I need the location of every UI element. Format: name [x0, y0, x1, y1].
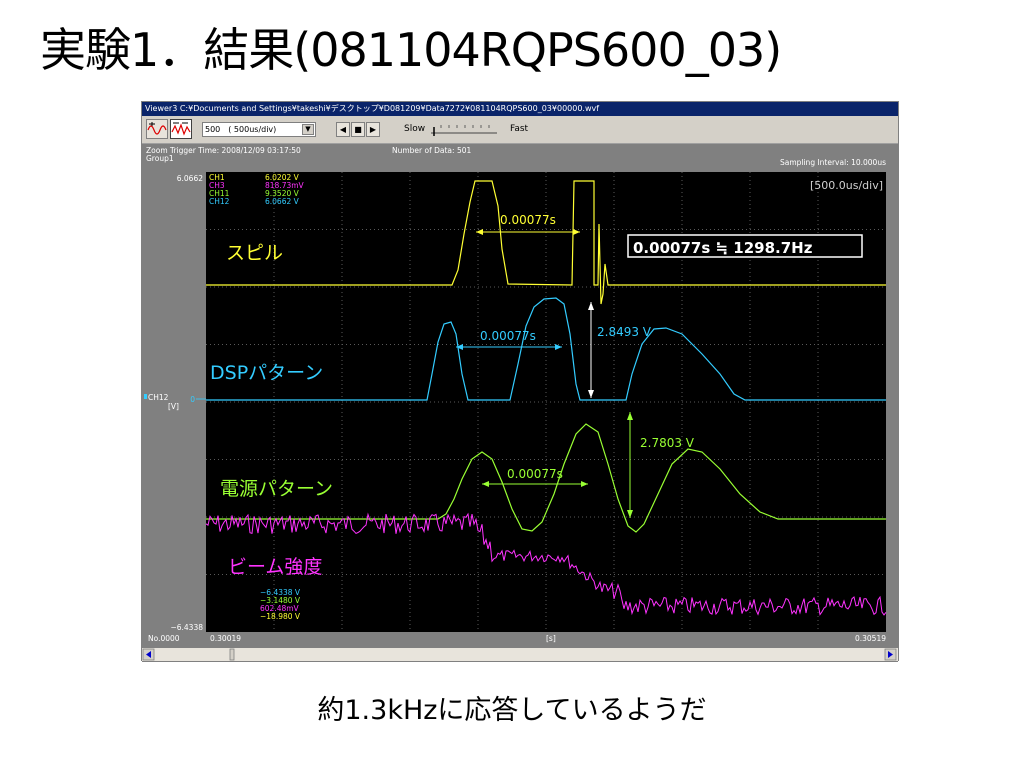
channel-legend-bottom: −6.4338 V −3.1480 V 602.48mV −18.980 V — [260, 588, 301, 621]
scroll-thumb[interactable] — [229, 648, 235, 661]
waveform-viewer-window: Viewer3 C:¥Documents and Settings¥takesh… — [141, 101, 899, 662]
dsp-signal-label: DSPパターン — [210, 362, 323, 384]
legend-ch-name: CH12 — [209, 197, 230, 206]
single-wave-icon[interactable] — [146, 119, 168, 139]
time-div-text: [500.0us/div] — [810, 179, 883, 192]
x-axis-end-label: 0.30519 — [855, 634, 886, 643]
y-axis-channel-label: CH12 — [148, 393, 169, 402]
power-interval-label: 0.00077s — [507, 467, 563, 481]
spill-signal-label: スピル — [226, 242, 283, 264]
time-div-select[interactable]: 500 ( 500us/div) ▼ — [202, 122, 316, 137]
y-axis-top-label: 6.0662 — [177, 174, 203, 183]
channel-marker — [144, 394, 147, 399]
power-amplitude-label: 2.7803 V — [640, 436, 695, 450]
x-axis-unit-label: [s] — [546, 634, 556, 643]
number-of-data-text: Number of Data: 501 — [392, 146, 471, 155]
multi-wave-icon[interactable] — [170, 119, 192, 139]
y-axis-zero-label: 0 — [190, 395, 195, 404]
sampling-interval-text: Sampling Interval: 10.000us — [780, 158, 886, 167]
window-title-bar: Viewer3 C:¥Documents and Settings¥takesh… — [142, 102, 898, 116]
dsp-interval-label: 0.00077s — [480, 329, 536, 343]
spill-interval-label: 0.00077s — [500, 213, 556, 227]
record-number: No.0000 — [148, 634, 180, 643]
chevron-down-icon[interactable]: ▼ — [302, 124, 314, 135]
slide-title: 実験1．結果(081104RQPS600_03) — [40, 23, 782, 77]
frequency-box-text: 0.00077s ≒ 1298.7Hz — [633, 239, 813, 257]
time-div-select-value: 500 ( 500us/div) — [205, 125, 277, 134]
waveform-plot: Zoom Trigger Time: 2008/12/09 03:17:50 G… — [142, 144, 898, 662]
legend-ch-value: 6.0662 V — [265, 197, 300, 206]
stop-button[interactable]: ■ — [351, 122, 365, 137]
slide-caption: 約1.3kHzに応答しているようだ — [317, 695, 707, 726]
x-axis-start-label: 0.30019 — [210, 634, 241, 643]
power-signal-label: 電源パターン — [220, 478, 333, 500]
speed-slider[interactable] — [431, 125, 497, 137]
beam-signal-label: ビーム強度 — [228, 556, 322, 578]
group-text: Group1 — [146, 154, 174, 163]
dsp-amplitude-label: 2.8493 V — [597, 325, 652, 339]
play-back-button[interactable]: ◀ — [336, 122, 350, 137]
play-forward-button[interactable]: ▶ — [366, 122, 380, 137]
y-axis-unit-label: [V] — [168, 402, 179, 411]
slow-label: Slow — [404, 124, 426, 134]
fast-label: Fast — [510, 124, 529, 134]
viewer-toolbar: 500 ( 500us/div) ▼ ◀ ■ ▶ Slow Fast — [142, 116, 898, 144]
horizontal-scrollbar[interactable] — [142, 648, 898, 661]
y-axis-bottom-label: −6.4338 — [170, 623, 203, 632]
legend-bottom-value: −18.980 V — [260, 612, 301, 621]
